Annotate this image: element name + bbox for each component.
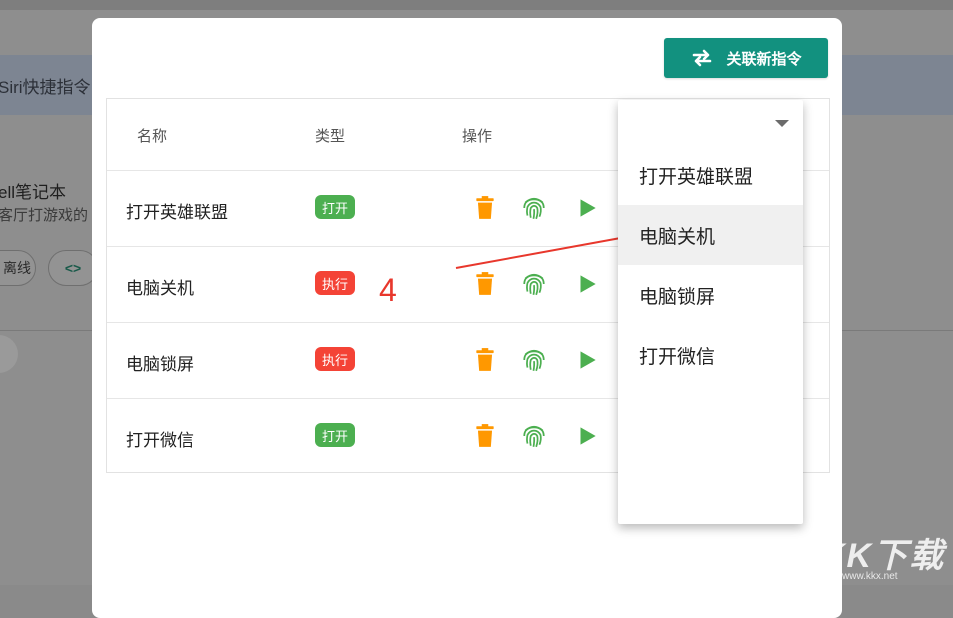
type-badge: 打开 bbox=[315, 423, 355, 447]
command-name: 打开微信 bbox=[126, 426, 194, 451]
fingerprint-icon[interactable] bbox=[521, 423, 547, 449]
play-icon[interactable] bbox=[574, 195, 600, 221]
watermark-url: www.kkx.net bbox=[842, 571, 898, 582]
link-swap-icon bbox=[690, 46, 714, 70]
trash-icon[interactable] bbox=[472, 423, 498, 449]
dropdown-option[interactable]: 电脑锁屏 bbox=[618, 265, 803, 325]
background-code-chip: <> bbox=[48, 250, 98, 286]
column-type-header: 类型 bbox=[315, 125, 345, 146]
background-device-name: ell笔记本 bbox=[0, 178, 66, 203]
background-siri-title: Siri快捷指令 bbox=[0, 73, 91, 98]
background-status-chip: 离线 bbox=[0, 250, 36, 286]
dropdown-option[interactable]: 电脑关机 bbox=[618, 205, 803, 265]
command-name: 电脑关机 bbox=[126, 274, 194, 299]
dropdown-option[interactable]: 打开微信 bbox=[618, 325, 803, 385]
dropdown-option[interactable]: 打开英雄联盟 bbox=[618, 145, 803, 205]
trash-icon[interactable] bbox=[472, 271, 498, 297]
background-device-desc: 客厅打游戏的 bbox=[0, 204, 88, 225]
command-name: 打开英雄联盟 bbox=[126, 198, 228, 223]
watermark-logo: KK下载 bbox=[820, 528, 945, 577]
link-new-command-label: 关联新指令 bbox=[726, 48, 801, 69]
trash-icon[interactable] bbox=[472, 195, 498, 221]
fingerprint-icon[interactable] bbox=[521, 271, 547, 297]
play-icon[interactable] bbox=[574, 271, 600, 297]
type-badge: 执行 bbox=[315, 271, 355, 295]
command-name: 电脑锁屏 bbox=[126, 350, 194, 375]
fingerprint-icon[interactable] bbox=[521, 195, 547, 221]
command-dropdown: 打开英雄联盟电脑关机电脑锁屏打开微信 bbox=[618, 100, 803, 524]
annotation-step-number: 4 bbox=[379, 272, 397, 309]
column-actions-header: 操作 bbox=[462, 125, 492, 146]
link-new-command-button[interactable]: 关联新指令 bbox=[664, 38, 828, 78]
trash-icon[interactable] bbox=[472, 347, 498, 373]
dropdown-caret-icon[interactable] bbox=[775, 120, 789, 127]
background-status-label: 离线 bbox=[3, 258, 31, 278]
play-icon[interactable] bbox=[574, 347, 600, 373]
background-top-bar bbox=[0, 0, 953, 10]
fingerprint-icon[interactable] bbox=[521, 347, 547, 373]
type-badge: 打开 bbox=[315, 195, 355, 219]
column-name-header: 名称 bbox=[137, 125, 167, 146]
type-badge: 执行 bbox=[315, 347, 355, 371]
play-icon[interactable] bbox=[574, 423, 600, 449]
background-round-button bbox=[0, 335, 18, 373]
